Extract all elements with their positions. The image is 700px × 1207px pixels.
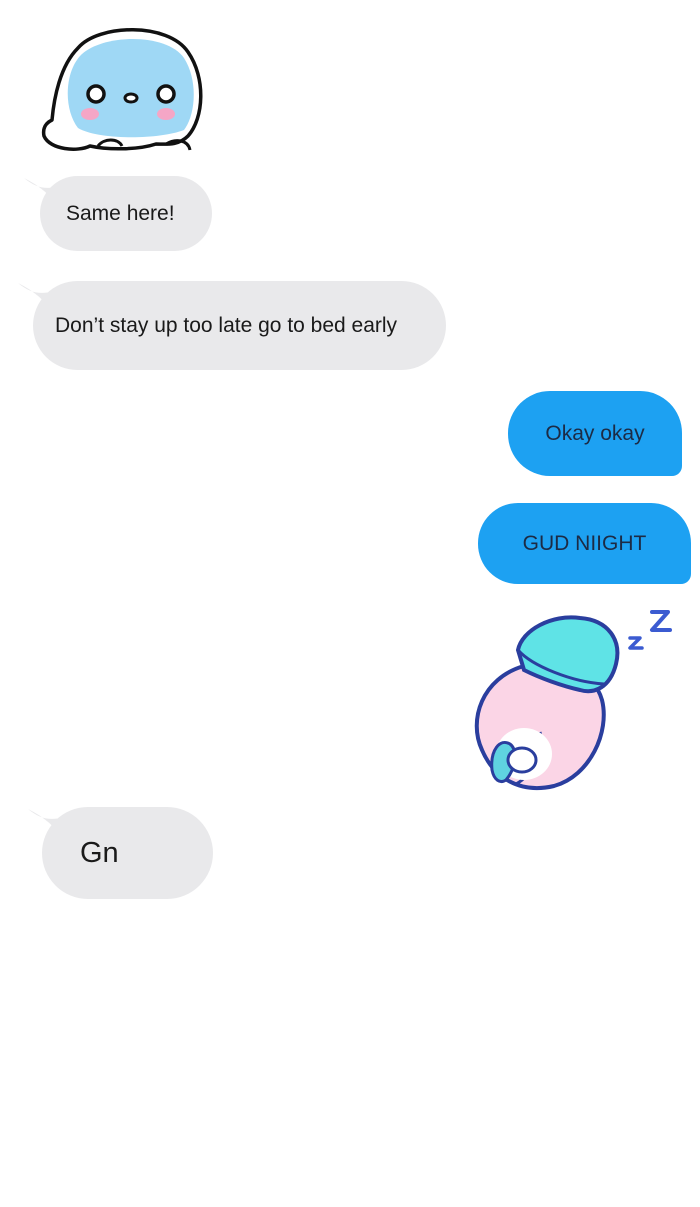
sleeping-blob-sticker[interactable] <box>462 600 698 796</box>
message-bubble-sent[interactable]: GUD NIIGHT <box>478 503 691 584</box>
message-text: Okay okay <box>545 421 645 445</box>
message-bubble-received[interactable]: Same here! <box>40 176 212 251</box>
message-bubble-received[interactable]: Gn <box>42 807 213 899</box>
message-bubble-received[interactable]: Don’t stay up too late go to bed early <box>33 281 446 370</box>
message-bubble-sent[interactable]: Okay okay <box>508 391 682 476</box>
message-text: Same here! <box>66 201 175 225</box>
message-thread: Same here! Don’t stay up too late go to … <box>0 0 700 1207</box>
message-text: Don’t stay up too late go to bed early <box>55 313 398 337</box>
message-text: Gn <box>80 836 119 869</box>
message-text: GUD NIIGHT <box>522 531 647 555</box>
blue-blob-sticker[interactable] <box>38 18 208 158</box>
